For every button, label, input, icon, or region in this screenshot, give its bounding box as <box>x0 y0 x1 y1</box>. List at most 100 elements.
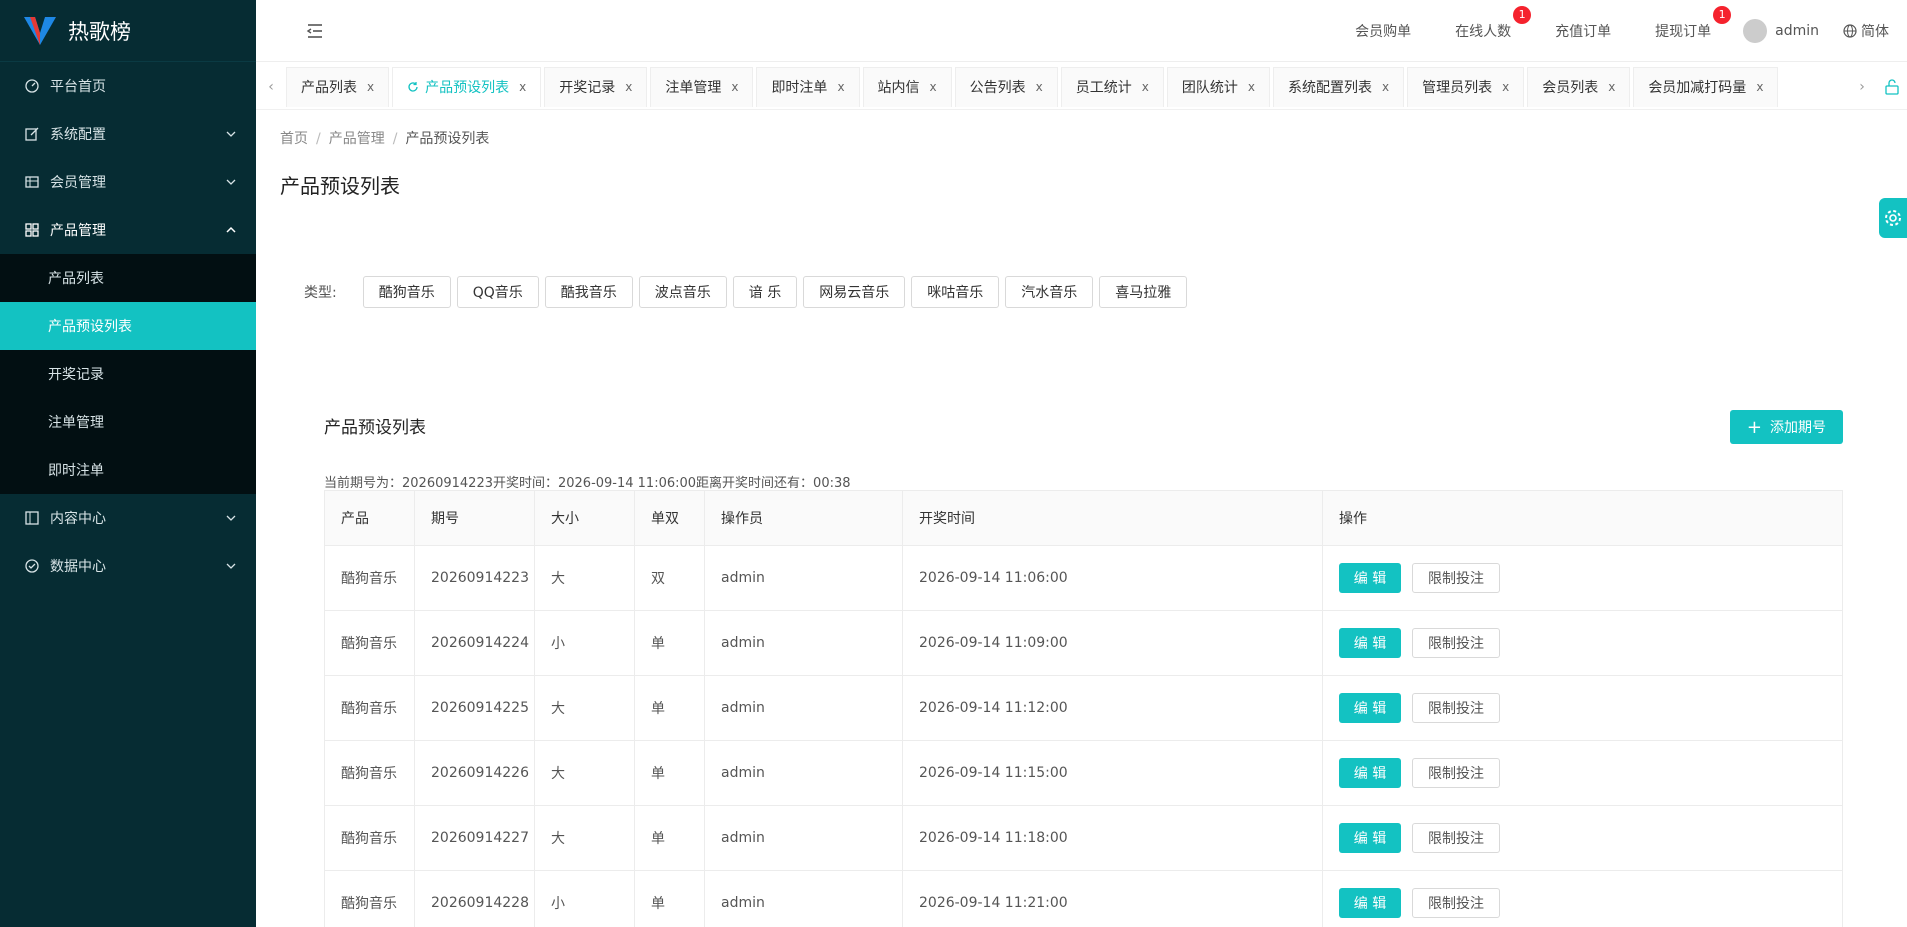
tab-bar: ‹ 产品列表 x 产品预设列表 x 开奖记录 x 注单管理 x 即时注单 x 站内信 x 公… <box>256 64 1907 110</box>
close-icon[interactable]: x <box>1756 80 1763 94</box>
tab-member-wager-adjust[interactable]: 会员加减打码量 x <box>1633 66 1779 107</box>
limit-bet-button[interactable]: 限制投注 <box>1412 888 1500 918</box>
withdraw-orders-label: 提现订单 <box>1655 23 1712 40</box>
close-icon[interactable]: x <box>731 80 738 94</box>
tabs-scroll-left-icon[interactable]: ‹ <box>256 67 286 107</box>
tab-admin-list[interactable]: 管理员列表 x <box>1407 66 1525 107</box>
close-icon[interactable]: x <box>625 80 632 94</box>
table-row: 酷狗音乐 20260914228 小 单 admin 2026-09-14 11… <box>324 870 1843 927</box>
username[interactable]: admin <box>1775 23 1819 39</box>
tab-member-list[interactable]: 会员列表 x <box>1527 66 1631 107</box>
sidebar-item-home[interactable]: 平台首页 <box>0 62 256 110</box>
sidebar-item-content[interactable]: 内容中心 <box>0 494 256 542</box>
tab-inbox[interactable]: 站内信 x <box>862 66 952 107</box>
menu-fold-icon[interactable] <box>304 20 326 42</box>
breadcrumb-products[interactable]: 产品管理 <box>329 131 385 147</box>
cell-product: 酷狗音乐 <box>324 870 415 927</box>
tabs-scroll-right-icon[interactable]: › <box>1847 67 1877 107</box>
sidebar-item-product-list[interactable]: 产品列表 <box>0 254 256 302</box>
filter-chip-netease[interactable]: 网易云音乐 <box>803 276 906 308</box>
plus-icon: + <box>1746 416 1762 438</box>
sidebar: 热歌榜 平台首页 系统配置 会员管理 产品管理 产品列表 产品预设列表 开奖记录… <box>0 0 256 927</box>
close-icon[interactable]: x <box>1142 80 1149 94</box>
limit-bet-button[interactable]: 限制投注 <box>1412 823 1500 853</box>
member-purchase-link[interactable]: 会员购单 <box>1355 21 1411 41</box>
recharge-orders-link[interactable]: 充值订单 <box>1555 21 1611 41</box>
edit-button[interactable]: 编 辑 <box>1339 563 1401 593</box>
edit-button[interactable]: 编 辑 <box>1339 628 1401 658</box>
preset-table: 产品 期号 大小 单双 操作员 开奖时间 操作 酷狗音乐 20260914223… <box>324 490 1843 927</box>
cell-period: 20260914228 <box>414 870 535 927</box>
limit-bet-button[interactable]: 限制投注 <box>1412 563 1500 593</box>
close-icon[interactable]: x <box>1382 80 1389 94</box>
tab-announcements[interactable]: 公告列表 x <box>954 66 1058 107</box>
sidebar-item-system-config[interactable]: 系统配置 <box>0 110 256 158</box>
breadcrumb-home[interactable]: 首页 <box>280 131 308 147</box>
withdraw-orders-link[interactable]: 提现订单 1 <box>1655 5 1732 41</box>
add-period-label: 添加期号 <box>1770 420 1826 436</box>
refresh-icon[interactable] <box>407 81 419 93</box>
online-users-link[interactable]: 在线人数 1 <box>1455 5 1532 41</box>
edit-button[interactable]: 编 辑 <box>1339 823 1401 853</box>
limit-bet-button[interactable]: 限制投注 <box>1412 628 1500 658</box>
limit-bet-button[interactable]: 限制投注 <box>1412 693 1500 723</box>
sidebar-item-product-preset[interactable]: 产品预设列表 <box>0 302 256 350</box>
tab-system-config-list[interactable]: 系统配置列表 x <box>1272 66 1405 107</box>
close-icon[interactable]: x <box>1248 80 1255 94</box>
avatar[interactable] <box>1743 18 1768 43</box>
globe-icon <box>1843 23 1857 38</box>
filter-chip-qq[interactable]: QQ音乐 <box>456 276 539 308</box>
sidebar-item-label: 系统配置 <box>50 127 106 143</box>
filter-chip-qishui[interactable]: 汽水音乐 <box>1005 276 1094 308</box>
cell-period: 20260914226 <box>414 740 535 806</box>
col-header-actions: 操作 <box>1322 490 1843 546</box>
tab-bet-management[interactable]: 注单管理 x <box>650 66 754 107</box>
close-icon[interactable]: x <box>1608 80 1615 94</box>
page-title: 产品预设列表 <box>280 174 400 198</box>
cell-actions: 编 辑限制投注 <box>1322 805 1843 871</box>
tab-label: 开奖记录 <box>559 80 616 96</box>
chevron-down-icon <box>226 131 236 137</box>
sidebar-item-instant-bets[interactable]: 即时注单 <box>0 446 256 494</box>
breadcrumb-current: 产品预设列表 <box>405 131 490 147</box>
tab-team-stats[interactable]: 团队统计 x <box>1166 66 1270 107</box>
brand[interactable]: 热歌榜 <box>0 0 256 62</box>
sidebar-item-data[interactable]: 数据中心 <box>0 542 256 590</box>
edit-button[interactable]: 编 辑 <box>1339 693 1401 723</box>
tab-product-list[interactable]: 产品列表 x <box>286 66 390 107</box>
settings-gear-button[interactable] <box>1879 198 1907 238</box>
sidebar-item-draw-records[interactable]: 开奖记录 <box>0 350 256 398</box>
close-icon[interactable]: x <box>367 80 374 94</box>
cell-operator: admin <box>704 545 903 611</box>
breadcrumb-separator: / <box>392 131 398 147</box>
filter-chip-bodian[interactable]: 波点音乐 <box>638 276 727 308</box>
sidebar-item-bet-management[interactable]: 注单管理 <box>0 398 256 446</box>
close-icon[interactable]: x <box>1036 80 1043 94</box>
close-icon[interactable]: x <box>1502 80 1509 94</box>
cell-odd-even: 双 <box>634 545 705 611</box>
tab-staff-stats[interactable]: 员工统计 x <box>1060 66 1164 107</box>
filter-chip-ximalaya[interactable]: 喜马拉雅 <box>1099 276 1188 308</box>
sidebar-item-members[interactable]: 会员管理 <box>0 158 256 206</box>
language-switch[interactable]: 简体 <box>1843 21 1889 41</box>
add-period-button[interactable]: + 添加期号 <box>1729 410 1843 444</box>
edit-button[interactable]: 编 辑 <box>1339 758 1401 788</box>
close-icon[interactable]: x <box>519 80 526 94</box>
tab-product-preset[interactable]: 产品预设列表 x <box>392 66 542 107</box>
unlock-icon[interactable] <box>1877 78 1907 95</box>
filter-chip-kuwo[interactable]: 酷我音乐 <box>544 276 633 308</box>
chevron-down-icon <box>226 179 236 185</box>
filter-chip-kugou[interactable]: 酷狗音乐 <box>362 276 451 308</box>
breadcrumb: 首页 / 产品管理 / 产品预设列表 <box>280 128 489 148</box>
edit-button[interactable]: 编 辑 <box>1339 888 1401 918</box>
close-icon[interactable]: x <box>837 80 844 94</box>
close-icon[interactable]: x <box>930 80 937 94</box>
edit-icon <box>24 126 40 142</box>
tab-draw-records[interactable]: 开奖记录 x <box>544 66 648 107</box>
limit-bet-button[interactable]: 限制投注 <box>1412 758 1500 788</box>
filter-chip-migu[interactable]: 咪咕音乐 <box>911 276 1000 308</box>
chevron-down-icon <box>226 515 236 521</box>
tab-instant-bets[interactable]: 即时注单 x <box>756 66 860 107</box>
sidebar-item-products[interactable]: 产品管理 <box>0 206 256 254</box>
filter-chip-yue[interactable]: 谙 乐 <box>732 276 798 308</box>
